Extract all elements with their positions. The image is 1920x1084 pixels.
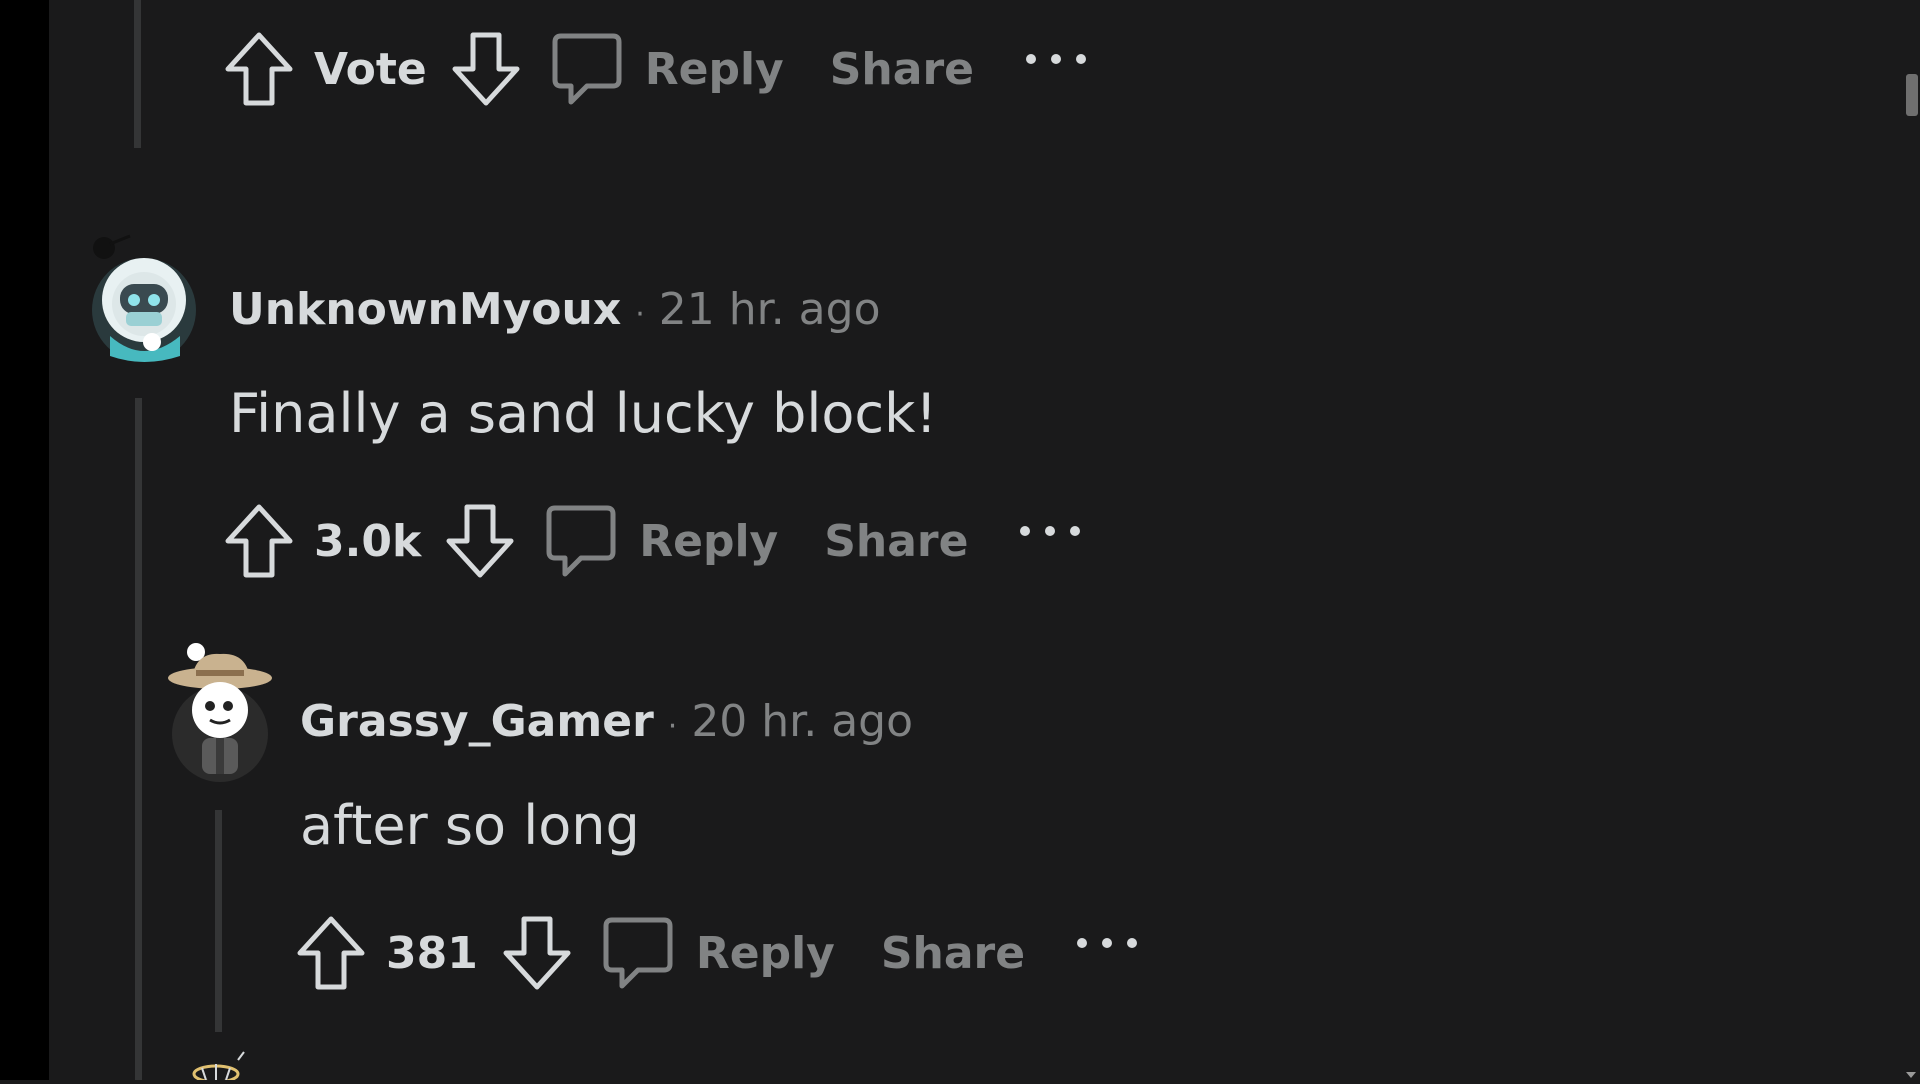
reply-label: Reply — [695, 927, 835, 979]
comment-author[interactable]: Grassy_Gamer — [300, 696, 654, 747]
reply-button[interactable]: Reply — [602, 916, 835, 990]
meta-separator: · — [635, 297, 645, 332]
share-button[interactable]: Share — [881, 928, 1025, 979]
comment-timestamp[interactable]: 21 hr. ago — [659, 284, 881, 335]
reply-button[interactable]: Reply — [545, 504, 778, 578]
thread-line-comment-2[interactable] — [215, 810, 222, 1032]
avatar[interactable] — [172, 1050, 252, 1084]
comment-author[interactable]: UnknownMyoux — [229, 284, 621, 335]
more-options-icon[interactable] — [1020, 511, 1081, 551]
scroll-down-arrow-icon[interactable] — [1906, 1072, 1916, 1078]
more-options-icon[interactable] — [1025, 39, 1086, 79]
vote-count: 3.0k — [314, 515, 422, 567]
avatar[interactable] — [90, 226, 198, 368]
downvote-icon[interactable] — [500, 913, 574, 993]
more-options-icon[interactable] — [1077, 923, 1138, 963]
scrollbar[interactable] — [1902, 0, 1920, 1080]
reply-icon — [546, 505, 616, 577]
reply-icon — [552, 33, 622, 105]
meta-separator: · — [667, 709, 678, 744]
comment-meta: UnknownMyoux · 21 hr. ago — [229, 284, 881, 335]
upvote-icon[interactable] — [294, 913, 368, 993]
reply-label: Reply — [644, 43, 784, 95]
comment-action-bar: 3.0k Reply Share — [222, 498, 1081, 584]
downvote-icon[interactable] — [443, 501, 517, 581]
vote-label: Vote — [314, 43, 427, 95]
comment-meta: Grassy_Gamer · 20 hr. ago — [300, 696, 913, 747]
comment-body: Finally a sand lucky block! — [229, 382, 938, 445]
page-left-gutter — [0, 0, 49, 1080]
comment-action-bar: Vote Reply Share — [222, 26, 1086, 112]
downvote-icon[interactable] — [449, 29, 523, 109]
thread-line-comment-1[interactable] — [135, 398, 142, 1080]
reply-button[interactable]: Reply — [551, 32, 784, 106]
upvote-icon[interactable] — [222, 29, 296, 109]
comment-action-bar: 381 Reply Share — [294, 910, 1138, 996]
comment-body: after so long — [300, 794, 640, 857]
scrollbar-thumb[interactable] — [1906, 74, 1918, 116]
thread-line-parent[interactable] — [134, 0, 141, 148]
avatar[interactable] — [166, 640, 274, 782]
reply-icon — [603, 917, 673, 989]
vote-count: 381 — [386, 927, 478, 979]
share-button[interactable]: Share — [824, 516, 968, 567]
share-button[interactable]: Share — [830, 44, 974, 95]
reply-label: Reply — [639, 515, 779, 567]
comment-timestamp[interactable]: 20 hr. ago — [691, 696, 913, 747]
upvote-icon[interactable] — [222, 501, 296, 581]
